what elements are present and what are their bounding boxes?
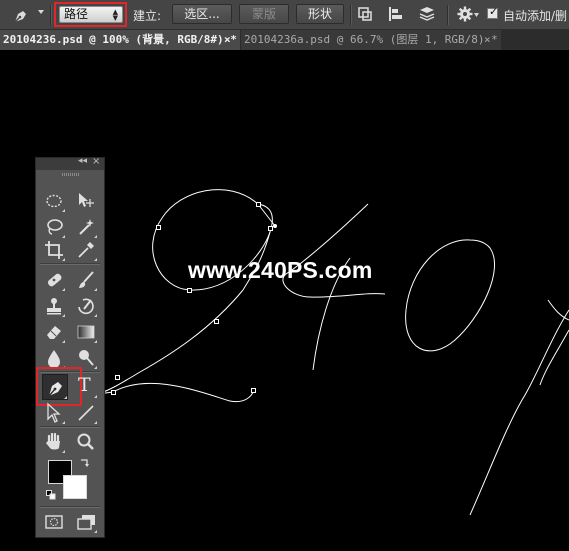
elliptical-marquee-tool[interactable] — [43, 190, 65, 212]
line-tool[interactable] — [75, 402, 97, 424]
path-arrangement-icon[interactable] — [419, 6, 435, 22]
hand-tool[interactable] — [43, 431, 65, 453]
anchor-point[interactable] — [111, 390, 116, 395]
tool-mode-select[interactable]: 路径 ▲ ▼ — [59, 6, 123, 23]
clone-stamp-tool[interactable] — [43, 295, 65, 317]
zoom-icon — [77, 433, 94, 450]
gear-icon[interactable] — [457, 6, 473, 22]
make-mask-button[interactable]: 蒙版 — [239, 4, 289, 24]
options-bar: 路径 ▲ ▼ 建立: 选区... 蒙版 形状 ✓ 自动添加/删 — [0, 0, 569, 30]
direction-handle[interactable] — [273, 224, 277, 228]
path-alignment-icon[interactable] — [388, 6, 404, 22]
close-icon[interactable]: × — [92, 156, 100, 167]
default-colors-icon[interactable] — [46, 490, 56, 500]
tools-panel-header[interactable]: ◂◂ × — [36, 156, 104, 170]
watermark-text: www.240PS.com — [188, 257, 373, 283]
eraser-tool[interactable] — [43, 321, 65, 343]
brush-tool[interactable] — [75, 269, 97, 291]
screen-mode-button[interactable] — [75, 511, 97, 533]
chevron-down-icon — [38, 10, 44, 14]
type-tool[interactable]: T — [75, 374, 97, 398]
document-tab-2-label: 20104236a.psd @ 66.7% (图层 1, RGB/8) * — [244, 33, 498, 46]
pen-tool[interactable] — [42, 374, 68, 400]
history-brush-tool[interactable] — [75, 295, 97, 317]
tools-panel: ◂◂ × T — [35, 156, 105, 538]
collapse-panel-icon[interactable]: ◂◂ — [78, 156, 87, 166]
anchor-point[interactable] — [256, 202, 261, 207]
document-tab-1-label: 20104236.psd @ 100% (背景, RGB/8#) * — [3, 33, 237, 46]
anchor-point[interactable] — [187, 288, 192, 293]
blur-tool[interactable] — [43, 347, 65, 369]
close-icon[interactable]: × — [484, 30, 491, 50]
checkmark-icon: ✓ — [489, 5, 499, 18]
anchor-point[interactable] — [268, 226, 273, 231]
make-shape-button[interactable]: 形状 — [296, 4, 344, 24]
crop-tool[interactable] — [43, 239, 65, 261]
move-tool[interactable] — [75, 190, 97, 212]
tool-mode-value: 路径 — [64, 7, 89, 21]
magic-wand-tool[interactable] — [75, 216, 97, 238]
quick-mask-mode-button[interactable] — [43, 511, 65, 533]
background-color-swatch[interactable] — [63, 475, 87, 499]
quick-mask-icon — [45, 515, 63, 529]
close-icon[interactable]: × — [224, 30, 231, 50]
make-label: 建立: — [133, 9, 162, 23]
swap-colors-icon[interactable] — [79, 456, 91, 468]
pen-icon — [14, 11, 26, 23]
anchor-point[interactable] — [156, 225, 161, 230]
auto-add-delete-checkbox[interactable]: ✓ — [487, 5, 499, 19]
anchor-point[interactable] — [214, 319, 219, 324]
anchor-point[interactable] — [251, 388, 256, 393]
eyedropper-tool[interactable] — [75, 239, 97, 261]
type-icon: T — [78, 374, 91, 396]
anchor-point[interactable] — [115, 375, 120, 380]
move-icon — [79, 193, 94, 207]
zoom-tool[interactable] — [75, 431, 97, 453]
make-selection-button[interactable]: 选区... — [172, 4, 232, 24]
chevron-down-icon — [474, 13, 479, 17]
auto-add-delete-label: 自动添加/删 — [503, 9, 568, 23]
select-spinner-icon: ▲ ▼ — [112, 8, 118, 22]
dodge-tool[interactable] — [75, 347, 97, 369]
path-selection-tool[interactable] — [43, 402, 65, 424]
document-tab-2[interactable]: 20104236a.psd @ 66.7% (图层 1, RGB/8) * × — [241, 30, 501, 50]
document-tab-bar: 20104236.psd @ 100% (背景, RGB/8#) * × 201… — [0, 30, 569, 50]
gradient-tool[interactable] — [75, 321, 97, 343]
panel-grip-icon[interactable] — [62, 173, 80, 176]
spot-healing-brush-tool[interactable] — [43, 269, 65, 291]
path-operations-icon[interactable] — [357, 6, 373, 22]
tool-preset-picker[interactable] — [4, 3, 48, 25]
lasso-tool[interactable] — [43, 216, 65, 238]
document-tab-1[interactable]: 20104236.psd @ 100% (背景, RGB/8#) * × — [0, 30, 240, 50]
